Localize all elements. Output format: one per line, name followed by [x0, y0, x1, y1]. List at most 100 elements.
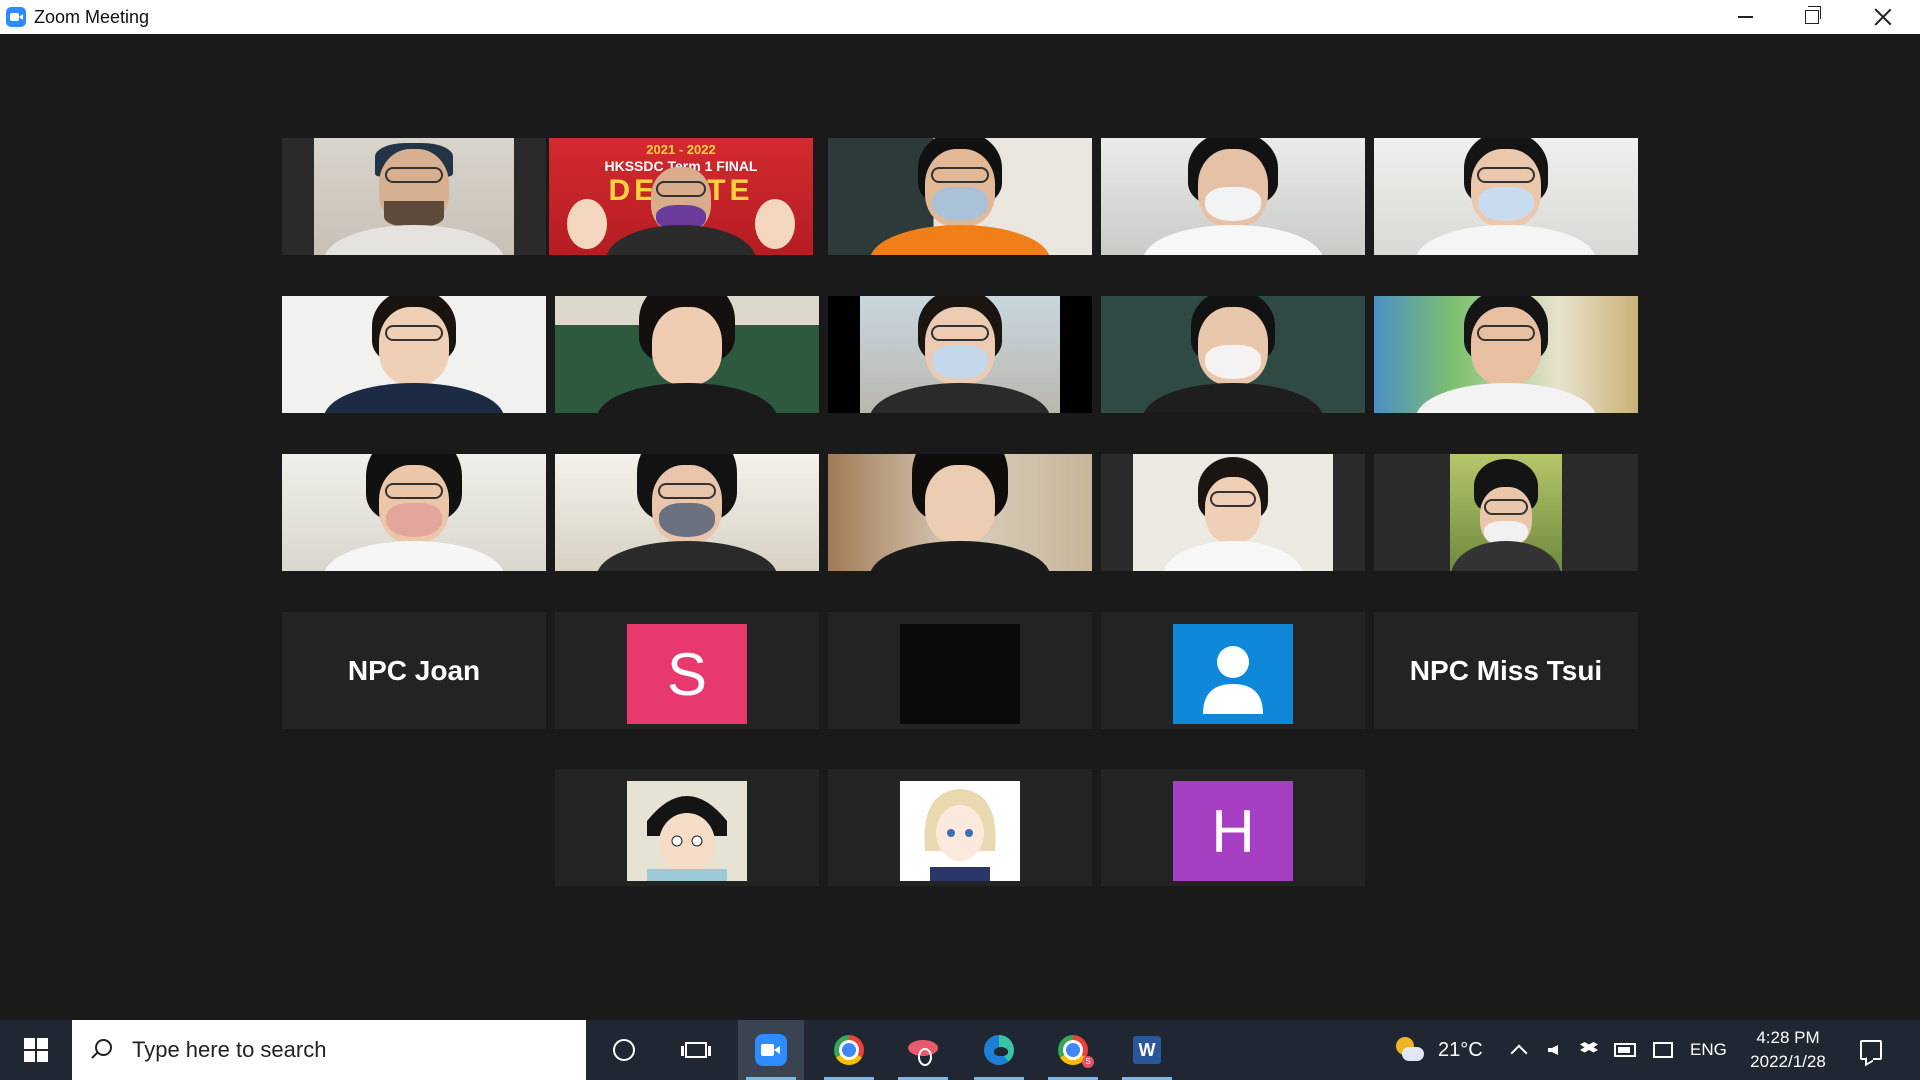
- participant-video: [555, 454, 819, 571]
- weather-widget[interactable]: 21°C: [1394, 1020, 1483, 1080]
- taskbar-app-snip-sketch[interactable]: [890, 1020, 956, 1080]
- close-icon: [1874, 8, 1892, 26]
- anime-girl-image: [900, 781, 1020, 881]
- participant-name: NPC Miss Tsui: [1409, 654, 1603, 686]
- participant-name-tile[interactable]: NPC Joan: [282, 612, 546, 729]
- video-tile[interactable]: [282, 138, 546, 255]
- taskbar-app-chrome[interactable]: [816, 1020, 882, 1080]
- dropbox-tray-button[interactable]: [1574, 1020, 1604, 1080]
- taskbar-app-word[interactable]: W: [1114, 1020, 1180, 1080]
- participant-video: [314, 138, 514, 255]
- participant-video: [1101, 296, 1365, 413]
- restore-icon: [1805, 6, 1821, 24]
- participant-video: [1101, 138, 1365, 255]
- participant-name: NPC Joan: [347, 654, 481, 686]
- search-icon: [90, 1039, 112, 1061]
- participant-name-tile[interactable]: NPC Miss Tsui: [1374, 612, 1638, 729]
- video-tile[interactable]: [1101, 296, 1365, 413]
- show-hidden-icons-button[interactable]: [1504, 1020, 1534, 1080]
- cortana-icon: [613, 1039, 635, 1061]
- participant-avatar-tile[interactable]: S: [555, 612, 819, 729]
- minimize-button[interactable]: [1717, 0, 1773, 34]
- taskbar-app-chrome-profile[interactable]: S: [1040, 1020, 1106, 1080]
- participant-video: [1374, 138, 1638, 255]
- participant-video: [282, 296, 546, 413]
- battery-button[interactable]: [1610, 1020, 1640, 1080]
- video-tile[interactable]: [282, 296, 546, 413]
- taskbar-app-zoom[interactable]: [738, 1020, 804, 1080]
- battery-icon: [1614, 1043, 1636, 1057]
- participant-avatar-tile[interactable]: H: [1101, 769, 1365, 886]
- dropbox-icon: [1580, 1042, 1598, 1058]
- task-view-button[interactable]: [666, 1020, 726, 1080]
- banner-line-1: 2021 - 2022: [646, 142, 716, 157]
- default-user-avatar: [1173, 624, 1293, 724]
- title-bar: Zoom Meeting: [0, 0, 1920, 34]
- clock-time: 4:28 PM: [1756, 1028, 1820, 1047]
- video-tile[interactable]: [555, 454, 819, 571]
- video-tile[interactable]: [555, 296, 819, 413]
- video-tile[interactable]: [1374, 138, 1638, 255]
- video-tile[interactable]: [1101, 454, 1365, 571]
- avatar-letter-s: S: [627, 624, 747, 724]
- network-button[interactable]: [1648, 1020, 1678, 1080]
- word-icon: W: [1133, 1036, 1161, 1064]
- video-tile[interactable]: [1101, 138, 1365, 255]
- video-tile[interactable]: [282, 454, 546, 571]
- input-language[interactable]: ENG: [1690, 1020, 1727, 1080]
- avatar-black: [900, 624, 1020, 724]
- snip-sketch-icon: [908, 1038, 938, 1066]
- speaker-muted-icon: [1548, 1045, 1558, 1055]
- profile-badge: S: [1082, 1056, 1094, 1068]
- notification-icon: [1860, 1040, 1882, 1060]
- video-tile[interactable]: [828, 296, 1092, 413]
- cortana-button[interactable]: [594, 1020, 654, 1080]
- network-icon: [1653, 1042, 1673, 1058]
- participant-avatar-tile[interactable]: [555, 769, 819, 886]
- user-icon: [1203, 646, 1263, 714]
- taskbar-search[interactable]: [72, 1020, 586, 1080]
- participant-video: 2021 - 2022 HKSSDC Term 1 FINAL DEBATE: [549, 138, 813, 255]
- close-button[interactable]: [1855, 0, 1911, 34]
- weather-cloud-sun-icon: [1394, 1037, 1424, 1063]
- taskbar-app-edge[interactable]: [966, 1020, 1032, 1080]
- taskbar: S W 21°C ENG 4:28 PM 2022/1/28: [0, 1020, 1920, 1080]
- start-button[interactable]: [0, 1020, 72, 1080]
- participant-video: [1133, 454, 1333, 571]
- video-tile[interactable]: [828, 454, 1092, 571]
- clock-date: 2022/1/28: [1750, 1052, 1826, 1071]
- volume-button[interactable]: [1538, 1020, 1568, 1080]
- video-tile[interactable]: [828, 138, 1092, 255]
- chevron-up-icon: [1510, 1044, 1528, 1062]
- notification-center-button[interactable]: [1856, 1020, 1886, 1080]
- participant-video: [1450, 454, 1562, 571]
- avatar-anime-boy: [627, 781, 747, 881]
- zoom-icon: [755, 1034, 787, 1066]
- participant-video: [555, 296, 819, 413]
- video-tile[interactable]: [1374, 296, 1638, 413]
- gallery-view: 2021 - 2022 HKSSDC Term 1 FINAL DEBATE: [0, 34, 1920, 1020]
- clock[interactable]: 4:28 PM 2022/1/28: [1740, 1026, 1836, 1074]
- avatar-letter-h: H: [1173, 781, 1293, 881]
- participant-video: [860, 296, 1060, 413]
- edge-icon: [984, 1035, 1014, 1065]
- restore-button[interactable]: [1784, 0, 1840, 34]
- task-view-icon: [681, 1042, 711, 1058]
- participant-video: [828, 138, 1092, 255]
- zoom-app-icon: [6, 7, 26, 27]
- video-tile[interactable]: [1374, 454, 1638, 571]
- anime-boy-image: [627, 781, 747, 881]
- search-input[interactable]: [130, 1036, 554, 1064]
- participant-avatar-tile[interactable]: [1101, 612, 1365, 729]
- chrome-icon: [834, 1035, 864, 1065]
- participant-avatar-tile[interactable]: [828, 612, 1092, 729]
- windows-icon: [24, 1038, 48, 1062]
- minimize-icon: [1737, 16, 1753, 18]
- window-title: Zoom Meeting: [34, 6, 150, 27]
- participant-video: [282, 454, 546, 571]
- video-tile-active-speaker[interactable]: 2021 - 2022 HKSSDC Term 1 FINAL DEBATE: [549, 138, 813, 255]
- participant-avatar-tile[interactable]: [828, 769, 1092, 886]
- weather-temp: 21°C: [1438, 1038, 1483, 1061]
- participant-video: [1374, 296, 1638, 413]
- participant-video: [828, 454, 1092, 571]
